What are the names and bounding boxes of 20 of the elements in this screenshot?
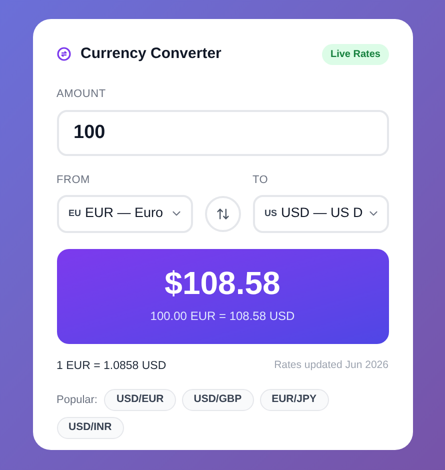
currency-pair-chip[interactable]: USD/GBP (182, 388, 254, 411)
field-label: TO (252, 173, 270, 188)
card-title: Currency Converter (80, 44, 222, 64)
currency-icon (56, 47, 70, 62)
conversion-detail: 100.00 EUR = 108.58 USD (150, 308, 295, 325)
currency-select[interactable]: US USD — US D (252, 194, 388, 232)
popular-label: Popular: (56, 392, 98, 408)
live-rates-badge: Live Rates (322, 44, 388, 65)
field-label: AMOUNT (56, 86, 107, 102)
currency-pair-chip[interactable]: USD/EUR (104, 388, 176, 411)
amount-input[interactable]: 100 (56, 110, 388, 156)
result-amount: $108.58 (164, 267, 280, 299)
swap-button[interactable] (204, 196, 240, 232)
currency-pair-chip[interactable]: EUR/JPY (260, 388, 329, 411)
currency-pair-chip[interactable]: USD/INR (56, 416, 124, 439)
swap-arrows-icon (216, 206, 230, 220)
exchange-rate: 1 EUR = 1.0858 USD (56, 358, 166, 374)
update-note: Rates updated Jun 2026 (274, 358, 388, 374)
field-label: FROM (56, 173, 91, 188)
currency-select[interactable]: EU EUR — Euro (56, 194, 192, 232)
